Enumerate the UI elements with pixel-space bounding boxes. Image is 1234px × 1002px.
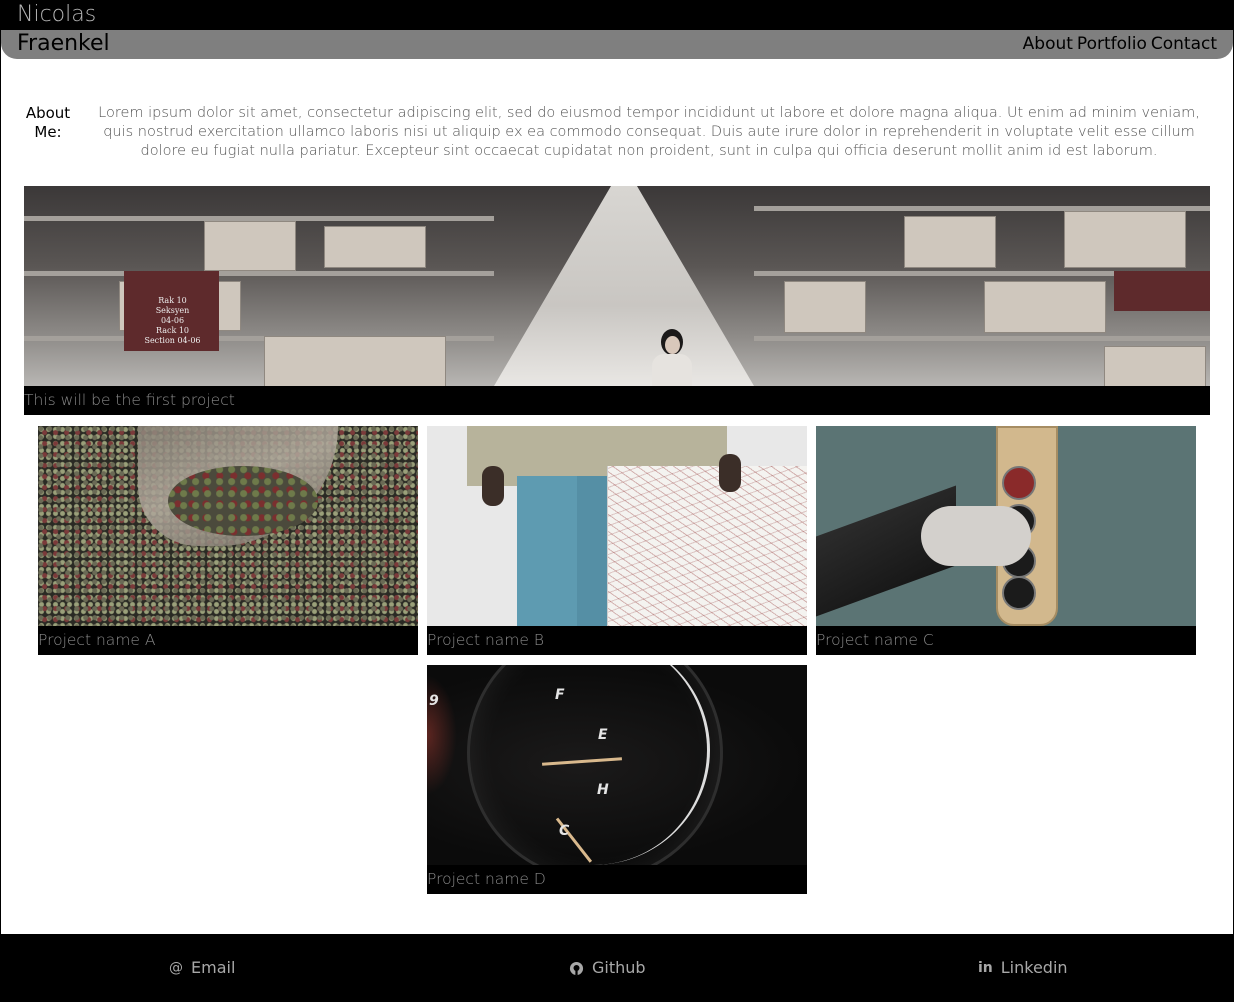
github-icon	[569, 961, 584, 976]
linkedin-label: Linkedin	[1000, 958, 1068, 977]
map-image	[427, 426, 807, 626]
warehouse-image: Rak 10 Seksyen 04-06 Rack 10 Section 04-…	[24, 186, 1210, 386]
nav-about[interactable]: About	[1023, 34, 1073, 54]
coffee-beans-image	[38, 426, 418, 626]
project-card-c[interactable]: Project name C	[816, 426, 1196, 655]
gauge-mark-f: F	[555, 687, 565, 703]
gauge-mark-e: E	[598, 727, 608, 743]
brand-last-name: Fraenkel	[17, 31, 110, 56]
nav-contact[interactable]: Contact	[1151, 34, 1217, 54]
github-label: Github	[592, 958, 646, 977]
project-caption: Project name A	[38, 631, 156, 649]
gauge-mark-h: H	[597, 782, 609, 798]
about-text: Lorem ipsum dolor sit amet, consectetur …	[98, 105, 1200, 159]
brand-first-name: Nicolas	[17, 2, 97, 27]
project-card-d[interactable]: F E H C 9 Project name D	[427, 665, 807, 894]
email-label: Email	[191, 958, 236, 977]
at-icon: @	[169, 960, 183, 976]
linkedin-icon: in	[978, 960, 993, 976]
project-caption: Project name D	[427, 870, 546, 888]
project-caption: Project name C	[816, 631, 934, 649]
github-link[interactable]: Github	[569, 958, 646, 978]
rack-sign: Rak 10 Seksyen 04-06 Rack 10 Section 04-…	[144, 296, 201, 345]
gauge-mark-c: C	[559, 823, 570, 839]
page-frame: Nicolas Fraenkel About Portfolio Contact…	[0, 0, 1234, 1002]
nav-portfolio[interactable]: Portfolio	[1077, 34, 1147, 54]
site-header: Nicolas Fraenkel About Portfolio Contact	[1, 0, 1233, 60]
about-label: About Me:	[25, 104, 71, 141]
gauge-mark-9: 9	[429, 693, 439, 709]
project-caption: This will be the first project	[24, 391, 235, 409]
project-card-a[interactable]: Project name A	[38, 426, 418, 655]
email-link[interactable]: @ Email	[169, 958, 235, 978]
featured-project-card[interactable]: Rak 10 Seksyen 04-06 Rack 10 Section 04-…	[24, 186, 1210, 415]
header-top-bar	[1, 0, 1233, 30]
fuel-gauge-image: F E H C 9	[427, 665, 807, 865]
main-nav: About Portfolio Contact	[1023, 34, 1217, 54]
site-footer: @ Email Github in Linkedin	[1, 934, 1233, 1002]
button-panel-image	[816, 426, 1196, 626]
project-caption: Project name B	[427, 631, 544, 649]
linkedin-link[interactable]: in Linkedin	[978, 958, 1068, 978]
project-card-b[interactable]: Project name B	[427, 426, 807, 655]
